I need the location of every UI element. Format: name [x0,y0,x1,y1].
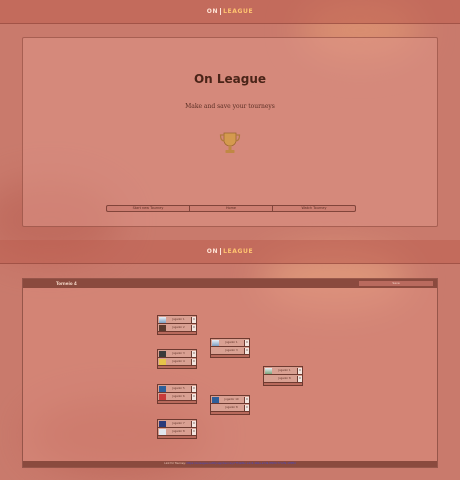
team-flag-icon [212,404,219,411]
player-name: Jogador 1 [172,318,185,321]
start-new-tourney-button[interactable]: Start new Tourney [107,206,190,211]
tourney-panel: Torneio 4 Save Jogador 10 Jogador 20 Jog… [22,278,438,468]
brand-logo[interactable]: ON LEAGUE [207,8,253,15]
team-flag-icon [212,396,219,403]
player-name: Jogador 8 [278,377,291,380]
match-meta [158,332,196,335]
team-flag-icon [212,339,219,346]
match-meta [158,436,196,439]
save-button[interactable]: Save [359,281,433,286]
team-flag-icon [212,347,219,354]
home-panel: On League Make and save your tourneys St… [22,37,438,227]
score-input[interactable]: 0 [191,358,196,365]
match-card: Jogador 5 0 Jogador 6 0 [157,384,197,404]
player-name: Jogador 3 [172,352,185,355]
tourney-footer: Link for Tourney: https://onleague.netli… [23,461,437,467]
player-name: Jogador 5 [172,387,185,390]
match-meta [158,401,196,404]
score-input[interactable]: 0 [244,396,249,403]
score-input[interactable]: 0 [191,385,196,392]
player-name: Jogador 4 [172,360,185,363]
team-flag-icon [159,393,166,400]
tourney-link[interactable]: https://onleague.netlify.app/tourney/77f… [187,462,296,465]
team-flag-icon [159,420,166,427]
tourney-header: Torneio 4 Save [23,279,437,288]
player-name: Jogador 1 [225,341,238,344]
footer-label: Link for Tourney: [164,462,186,465]
match-card: Jogador 3 0 Jogador 4 0 [157,349,197,369]
score-input[interactable]: 0 [191,324,196,331]
player-name: Jogador 2 [172,326,185,329]
team-flag-icon [159,316,166,323]
home-button[interactable]: Home [190,206,273,211]
logo-league: LEAGUE [223,8,254,15]
player-name: Jogador 6 [172,395,185,398]
match-card: Jogador 1 0 Jogador 3 0 [210,338,250,358]
team-flag-icon [159,385,166,392]
team-flag-icon [265,367,272,374]
brand-logo-2[interactable]: ON LEAGUE [207,248,253,255]
score-input[interactable]: 0 [244,339,249,346]
tourney-title: Torneio 4 [56,281,77,286]
team-flag-icon [159,350,166,357]
score-input[interactable]: 0 [191,428,196,435]
team-flag-icon [159,358,166,365]
match-meta [211,412,249,415]
team-flag-icon [159,324,166,331]
logo-on: ON [206,8,219,15]
logo-divider [220,8,222,15]
tourney-screen: ON LEAGUE Torneio 4 Save Jogador 10 Joga… [0,240,460,480]
match-meta [264,383,302,386]
match-card: Jogador 1 0 Jogador 8 0 [263,366,303,386]
top-navbar: ON LEAGUE [0,0,460,24]
player-name: Jogador 7 [172,422,185,425]
score-input[interactable]: 0 [297,367,302,374]
score-input[interactable]: 0 [191,350,196,357]
match-card: Jogador 7 0 Jogador 8 0 [157,419,197,439]
team-flag-icon [159,428,166,435]
logo-divider [220,248,222,255]
top-navbar-2: ON LEAGUE [0,240,460,264]
player-name: Jogador 8 [225,406,238,409]
match-card: Jogador 1 0 Jogador 2 0 [157,315,197,335]
score-input[interactable]: 0 [191,420,196,427]
page-title: On League [193,72,267,86]
match-meta [158,366,196,369]
player-name: Jogador 10 [224,398,239,401]
player-name: Jogador 8 [172,430,185,433]
player-name: Jogador 3 [225,349,238,352]
logo-on: ON [206,248,219,255]
logo-league: LEAGUE [223,248,254,255]
score-input[interactable]: 0 [244,347,249,354]
home-actions: Start new Tourney Home Watch Tourney [106,205,356,212]
score-input[interactable]: 0 [191,316,196,323]
watch-tourney-button[interactable]: Watch Tourney [273,206,355,211]
score-input[interactable]: 0 [191,393,196,400]
match-meta [211,355,249,358]
team-flag-icon [265,375,272,382]
player-name: Jogador 1 [278,369,291,372]
home-screen: ON LEAGUE On League Make and save your t… [0,0,460,240]
page-subtitle: Make and save your tourneys [185,103,275,110]
match-card: Jogador 10 0 Jogador 8 0 [210,395,250,415]
score-input[interactable]: 0 [244,404,249,411]
score-input[interactable]: 0 [297,375,302,382]
trophy-icon [219,132,241,153]
